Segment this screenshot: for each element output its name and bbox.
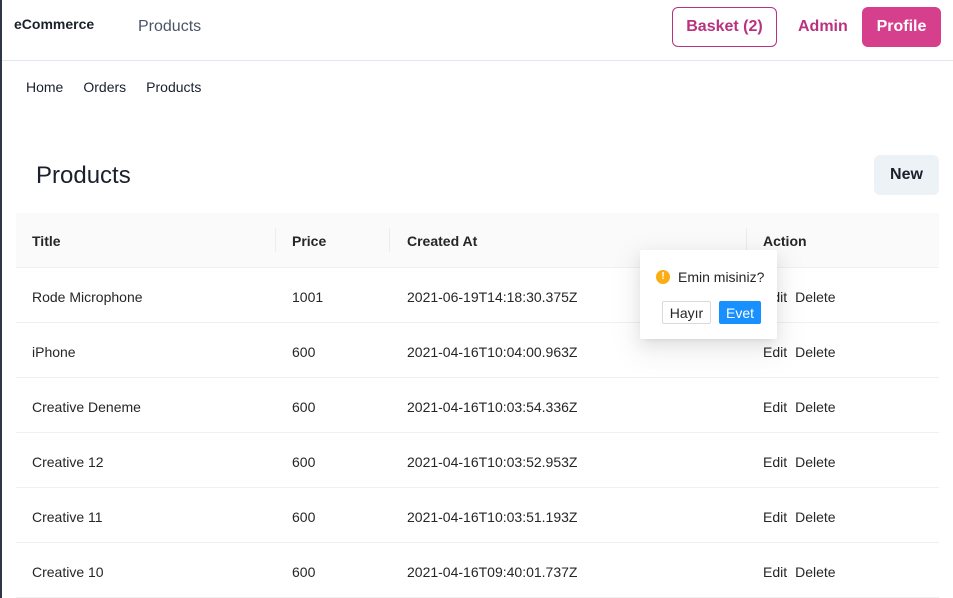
delete-confirm-popover: ! Emin misiniz? Hayır Evet bbox=[640, 250, 777, 339]
cell-action: Edit Delete bbox=[763, 509, 844, 525]
column-divider bbox=[275, 228, 276, 252]
delete-link[interactable]: Delete bbox=[795, 399, 835, 415]
cell-price: 600 bbox=[292, 564, 316, 580]
edit-link[interactable]: Edit bbox=[763, 454, 787, 470]
top-navbar: eCommerce Products Basket (2) Admin Prof… bbox=[2, 0, 953, 61]
delete-link[interactable]: Delete bbox=[795, 509, 835, 525]
confirm-button[interactable]: Evet bbox=[719, 301, 761, 324]
edit-link[interactable]: Edit bbox=[763, 564, 787, 580]
basket-button[interactable]: Basket (2) bbox=[672, 7, 777, 47]
column-header-action: Action bbox=[763, 233, 807, 249]
column-divider bbox=[389, 228, 390, 252]
delete-link[interactable]: Delete bbox=[795, 564, 835, 580]
cell-action: Edit Delete bbox=[763, 454, 844, 470]
delete-link[interactable]: Delete bbox=[795, 344, 835, 360]
cell-price: 600 bbox=[292, 509, 316, 525]
column-header-title: Title bbox=[32, 233, 61, 249]
subnav-item-orders[interactable]: Orders bbox=[83, 79, 126, 95]
cell-price: 600 bbox=[292, 454, 316, 470]
brand-logo[interactable]: eCommerce bbox=[14, 16, 94, 32]
nav-link-products[interactable]: Products bbox=[138, 18, 201, 36]
table-row: Rode Microphone 1001 2021-06-19T14:18:30… bbox=[16, 268, 939, 323]
table-row: iPhone 600 2021-04-16T10:04:00.963Z Edit… bbox=[16, 323, 939, 378]
table-header: Title Price Created At Action bbox=[16, 213, 939, 268]
delete-link[interactable]: Delete bbox=[795, 454, 835, 470]
table-row: Creative 11 600 2021-04-16T10:03:51.193Z… bbox=[16, 488, 939, 543]
admin-subnav: Home Orders Products bbox=[26, 79, 201, 95]
cell-title: Creative 11 bbox=[32, 509, 103, 525]
subnav-item-home[interactable]: Home bbox=[26, 79, 63, 95]
cell-price: 1001 bbox=[292, 289, 324, 305]
cell-title: Creative 12 bbox=[32, 454, 104, 470]
edit-link[interactable]: Edit bbox=[763, 344, 787, 360]
cell-created-at: 2021-04-16T10:03:51.193Z bbox=[407, 509, 578, 525]
column-divider bbox=[746, 228, 747, 252]
cell-title: Rode Microphone bbox=[32, 289, 143, 305]
admin-link[interactable]: Admin bbox=[798, 18, 848, 36]
cell-action: Edit Delete bbox=[763, 564, 844, 580]
cancel-button[interactable]: Hayır bbox=[662, 301, 711, 324]
exclamation-circle-icon: ! bbox=[656, 270, 670, 284]
cell-created-at: 2021-06-19T14:18:30.375Z bbox=[407, 289, 578, 305]
cell-created-at: 2021-04-16T09:40:01.737Z bbox=[407, 564, 578, 580]
subnav-item-products[interactable]: Products bbox=[146, 79, 201, 95]
table-row: Creative Deneme 600 2021-04-16T10:03:54.… bbox=[16, 378, 939, 433]
cell-action: Edit Delete bbox=[763, 344, 844, 360]
cell-title: Creative 10 bbox=[32, 564, 104, 580]
cell-price: 600 bbox=[292, 344, 316, 360]
products-table: Title Price Created At Action Rode Micro… bbox=[16, 213, 939, 598]
cell-created-at: 2021-04-16T10:04:00.963Z bbox=[407, 344, 578, 360]
cell-title: Creative Deneme bbox=[32, 399, 141, 415]
cell-created-at: 2021-04-16T10:03:54.336Z bbox=[407, 399, 578, 415]
delete-link[interactable]: Delete bbox=[795, 289, 835, 305]
table-row: Creative 10 600 2021-04-16T09:40:01.737Z… bbox=[16, 543, 939, 598]
profile-button[interactable]: Profile bbox=[862, 7, 941, 47]
window-left-edge bbox=[0, 0, 2, 598]
new-product-button[interactable]: New bbox=[874, 155, 939, 195]
cell-price: 600 bbox=[292, 399, 316, 415]
cell-title: iPhone bbox=[32, 344, 76, 360]
column-header-price: Price bbox=[292, 233, 327, 249]
popover-message: Emin misiniz? bbox=[678, 269, 765, 285]
edit-link[interactable]: Edit bbox=[763, 399, 787, 415]
table-row: Creative 12 600 2021-04-16T10:03:52.953Z… bbox=[16, 433, 939, 488]
cell-action: Edit Delete bbox=[763, 399, 844, 415]
page-title: Products bbox=[36, 162, 131, 189]
column-header-created-at: Created At bbox=[407, 233, 478, 249]
cell-created-at: 2021-04-16T10:03:52.953Z bbox=[407, 454, 578, 470]
edit-link[interactable]: Edit bbox=[763, 509, 787, 525]
